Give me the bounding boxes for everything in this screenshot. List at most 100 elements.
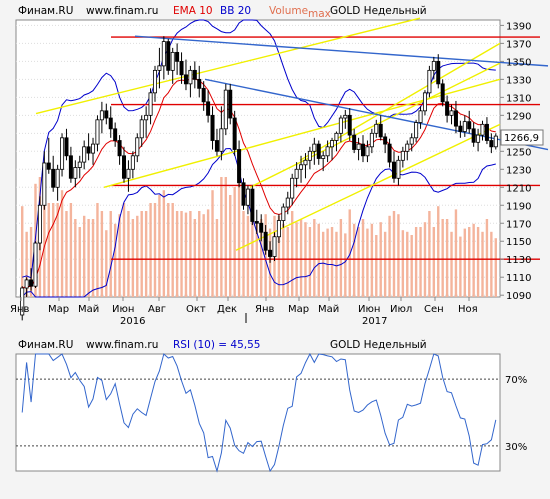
candle-body bbox=[369, 132, 374, 148]
candle-body bbox=[104, 110, 109, 119]
candle-body bbox=[458, 125, 463, 132]
volume-bar bbox=[127, 211, 130, 297]
y-tick-label: 1110 bbox=[506, 273, 531, 284]
x-month-label: Июн bbox=[358, 304, 380, 315]
candle-body bbox=[77, 161, 82, 168]
candle-body bbox=[197, 78, 202, 89]
volume-bar bbox=[339, 219, 343, 297]
candle-body bbox=[117, 140, 122, 157]
volume-bar bbox=[198, 211, 201, 297]
volume-bar bbox=[105, 230, 108, 297]
volume-bar bbox=[175, 211, 179, 297]
candle-body bbox=[396, 159, 401, 179]
candle-body bbox=[175, 51, 180, 62]
rsi-level-label: 30% bbox=[505, 442, 527, 453]
y-tick-label: 1390 bbox=[506, 21, 531, 32]
volume-bar bbox=[113, 223, 117, 297]
volume-bar bbox=[60, 190, 64, 297]
rsi-header-value: RSI (10) = 45,55 bbox=[173, 339, 260, 351]
last-price-label: 1266,9 bbox=[504, 133, 539, 144]
candle-body bbox=[46, 162, 51, 170]
x-month-label: Июл bbox=[390, 304, 412, 315]
volume-bar bbox=[189, 211, 192, 297]
candle-body bbox=[276, 220, 281, 238]
volume-bar bbox=[410, 235, 413, 297]
volume-bar bbox=[87, 219, 90, 297]
candle-body bbox=[467, 121, 472, 130]
rsi-header-instrument: GOLD Недельный bbox=[330, 339, 427, 351]
candle-body bbox=[480, 123, 485, 136]
volume-bar bbox=[428, 211, 431, 297]
y-tick-label: 1170 bbox=[506, 219, 531, 230]
candle-body bbox=[281, 206, 286, 221]
volume-bar bbox=[344, 233, 347, 297]
volume-bar bbox=[233, 187, 236, 297]
volume-bar bbox=[246, 215, 250, 297]
candle-body bbox=[254, 221, 259, 224]
y-tick-label: 1310 bbox=[506, 93, 531, 104]
volume-bar bbox=[136, 215, 139, 297]
volume-bar bbox=[215, 219, 219, 297]
x-year-label: 2017 bbox=[362, 316, 387, 327]
rsi-header-site: www.finam.ru bbox=[86, 339, 158, 351]
rsi-header-source: Финам.RU bbox=[18, 339, 73, 351]
rsi-header: Финам.RU www.finam.ru RSI (10) = 45,55 G… bbox=[18, 339, 427, 351]
candle-body bbox=[179, 60, 184, 76]
y-tick-label: 1250 bbox=[506, 147, 531, 158]
candle-body bbox=[268, 249, 273, 257]
volume-bar bbox=[65, 211, 68, 297]
volume-bar bbox=[366, 228, 369, 297]
header-max: max bbox=[308, 8, 331, 20]
candle-body bbox=[170, 51, 175, 71]
volume-bar bbox=[388, 215, 391, 297]
candle-body bbox=[201, 87, 206, 103]
candle-body bbox=[245, 188, 250, 206]
candle-body bbox=[409, 137, 414, 145]
volume-bar bbox=[122, 203, 126, 297]
candle-body bbox=[387, 143, 392, 163]
candle-body bbox=[82, 146, 87, 163]
volume-bar bbox=[69, 203, 73, 297]
volume-bar bbox=[308, 227, 312, 297]
candle-body bbox=[471, 128, 476, 143]
volume-bar bbox=[485, 219, 489, 297]
volume-bar bbox=[335, 231, 338, 297]
candle-body bbox=[303, 159, 308, 166]
volume-bar bbox=[352, 223, 356, 297]
volume-bar bbox=[96, 203, 99, 297]
candle-body bbox=[347, 114, 352, 136]
candle-body bbox=[334, 132, 339, 141]
candle-body bbox=[343, 114, 348, 119]
y-tick-label: 1370 bbox=[506, 39, 531, 50]
candle-body bbox=[294, 168, 299, 179]
volume-bar bbox=[144, 211, 148, 297]
x-month-label: Май bbox=[78, 304, 99, 315]
volume-bar bbox=[21, 206, 24, 297]
candle-body bbox=[206, 101, 211, 116]
candle-body bbox=[484, 123, 489, 141]
candle-body bbox=[161, 41, 166, 67]
last-price-tag: 1266,9 bbox=[500, 129, 544, 146]
candle-body bbox=[241, 182, 246, 206]
y-tick-label: 1290 bbox=[506, 111, 531, 122]
candle-body bbox=[130, 155, 135, 170]
volume-bar bbox=[78, 227, 81, 297]
volume-bar bbox=[167, 203, 170, 297]
volume-bar bbox=[220, 177, 223, 297]
y-tick-label: 1150 bbox=[506, 237, 531, 248]
candle-body bbox=[414, 122, 419, 139]
candle-body bbox=[108, 117, 113, 130]
candle-body bbox=[192, 69, 197, 80]
y-tick-label: 1130 bbox=[506, 255, 531, 266]
rsi-y-axis: 70% 30% bbox=[505, 375, 527, 453]
candle-body bbox=[330, 140, 335, 148]
volume-bar bbox=[419, 227, 422, 297]
volume-bar bbox=[202, 214, 205, 297]
y-tick-label: 1330 bbox=[506, 75, 531, 86]
candle-body bbox=[210, 114, 215, 141]
candle-body bbox=[24, 279, 29, 289]
volume-bar bbox=[468, 227, 471, 297]
candle-body bbox=[228, 89, 233, 119]
candle-body bbox=[307, 150, 312, 161]
candle-body bbox=[219, 128, 224, 152]
